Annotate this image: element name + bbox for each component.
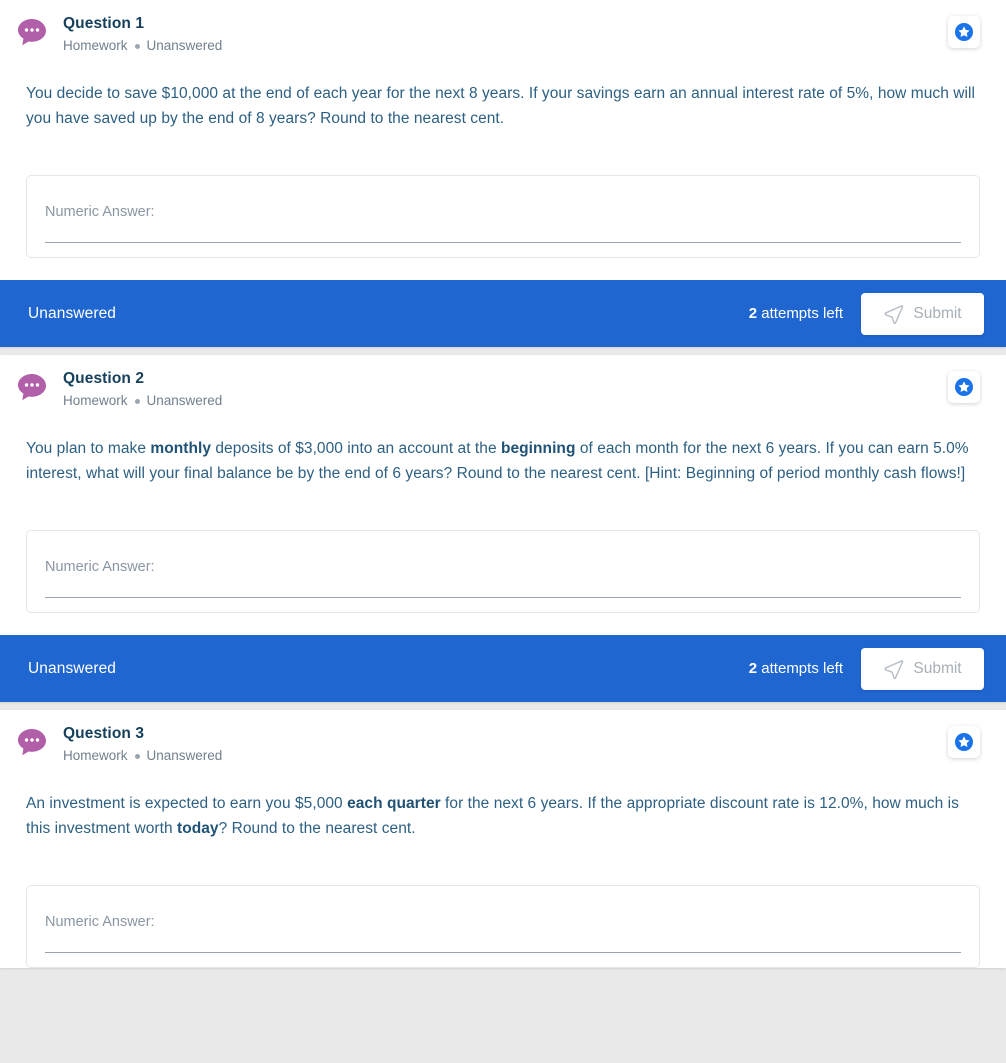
question-status: Unanswered (146, 393, 223, 408)
prompt-text: You decide to save $10,000 at the end of… (26, 85, 975, 127)
bullet-dot-icon (134, 753, 140, 759)
submit-button[interactable]: Submit (861, 292, 984, 335)
question-meta: Homework Unanswered (63, 747, 222, 765)
chat-bubble-ellipsis-icon (16, 17, 48, 49)
answer-label: Numeric Answer: (45, 204, 155, 220)
bookmark-button[interactable] (948, 16, 980, 48)
question-card: Question 3 Homework Unanswered An investmen… (0, 710, 1006, 968)
attempts-text: attempts left (761, 660, 843, 677)
answer-box[interactable]: Numeric Answer: (26, 530, 980, 613)
chat-bubble-ellipsis-icon (16, 727, 48, 759)
attempts-left: 2 attempts left (749, 660, 843, 677)
submit-button-label: Submit (913, 659, 962, 677)
question-prompt: You decide to save $10,000 at the end of… (26, 81, 980, 131)
question-header-text: Question 2 Homework Unanswered (63, 369, 222, 410)
prompt-emphasis: each quarter (347, 795, 441, 812)
question-header: Question 3 Homework Unanswered (18, 724, 980, 768)
prompt-emphasis: today (177, 820, 219, 837)
chat-bubble-ellipsis-icon (16, 372, 48, 404)
footer-actions: 2 attempts left Submit (749, 647, 984, 690)
bullet-dot-icon (134, 43, 140, 49)
prompt-emphasis: monthly (150, 440, 211, 457)
numeric-answer-input[interactable] (45, 242, 961, 243)
question-list: Question 1 Homework Unanswered You decide t… (0, 0, 1006, 968)
question-footer: Unanswered 2 attempts left Submit (0, 635, 1006, 702)
star-badge-icon (955, 23, 973, 41)
question-title: Question 1 (63, 15, 145, 32)
question-meta: Homework Unanswered (63, 392, 222, 410)
star-badge-icon (955, 378, 973, 396)
question-header: Question 2 Homework Unanswered (18, 369, 980, 413)
prompt-text: ? Round to the nearest cent. (218, 820, 416, 837)
footer-status-label: Unanswered (28, 304, 117, 322)
question-title: Question 3 (63, 725, 145, 742)
numeric-answer-input[interactable] (45, 597, 961, 598)
attempts-count: 2 (748, 660, 758, 677)
question-header-text: Question 3 Homework Unanswered (63, 724, 222, 765)
answer-box[interactable]: Numeric Answer: (26, 885, 980, 968)
footer-actions: 2 attempts left Submit (749, 292, 984, 335)
question-status: Unanswered (146, 748, 223, 763)
attempts-count: 2 (748, 305, 758, 322)
paper-plane-icon (884, 660, 904, 679)
bullet-dot-icon (134, 398, 140, 404)
submit-button[interactable]: Submit (861, 647, 984, 690)
chat-bubble-ellipsis-icon (18, 19, 46, 46)
answer-label: Numeric Answer: (45, 559, 155, 575)
attempts-left: 2 attempts left (749, 305, 843, 322)
attempts-text: attempts left (761, 305, 843, 322)
question-meta: Homework Unanswered (63, 37, 222, 55)
question-prompt: An investment is expected to earn you $5… (26, 791, 980, 841)
question-status: Unanswered (146, 38, 223, 53)
prompt-text: deposits of $3,000 into an account at th… (211, 440, 501, 457)
question-category: Homework (63, 748, 128, 763)
question-card: Question 2 Homework Unanswered You plan to … (0, 355, 1006, 702)
prompt-text: An investment is expected to earn you $5… (26, 795, 348, 812)
bookmark-button[interactable] (948, 371, 980, 403)
paper-plane-icon (884, 305, 904, 324)
footer-status-label: Unanswered (28, 659, 117, 677)
submit-button-label: Submit (913, 304, 962, 322)
prompt-emphasis: beginning (500, 440, 576, 457)
question-body: Question 3 Homework Unanswered An investmen… (0, 710, 1006, 968)
question-header-text: Question 1 Homework Unanswered (63, 14, 222, 55)
prompt-text: You plan to make (26, 440, 151, 457)
numeric-answer-input[interactable] (45, 952, 961, 953)
question-header: Question 1 Homework Unanswered (18, 14, 980, 58)
question-category: Homework (63, 393, 128, 408)
chat-bubble-ellipsis-icon (18, 374, 46, 401)
chat-bubble-ellipsis-icon (18, 729, 46, 756)
bookmark-button[interactable] (948, 726, 980, 758)
star-badge-icon (955, 733, 973, 751)
question-category: Homework (63, 38, 128, 53)
answer-label: Numeric Answer: (45, 914, 155, 930)
question-prompt: You plan to make monthly deposits of $3,… (26, 436, 980, 486)
answer-box[interactable]: Numeric Answer: (26, 175, 980, 258)
question-title: Question 2 (63, 370, 145, 387)
question-body: Question 1 Homework Unanswered You decide t… (0, 0, 1006, 258)
question-card: Question 1 Homework Unanswered You decide t… (0, 0, 1006, 347)
question-body: Question 2 Homework Unanswered You plan to … (0, 355, 1006, 613)
question-footer: Unanswered 2 attempts left Submit (0, 280, 1006, 347)
